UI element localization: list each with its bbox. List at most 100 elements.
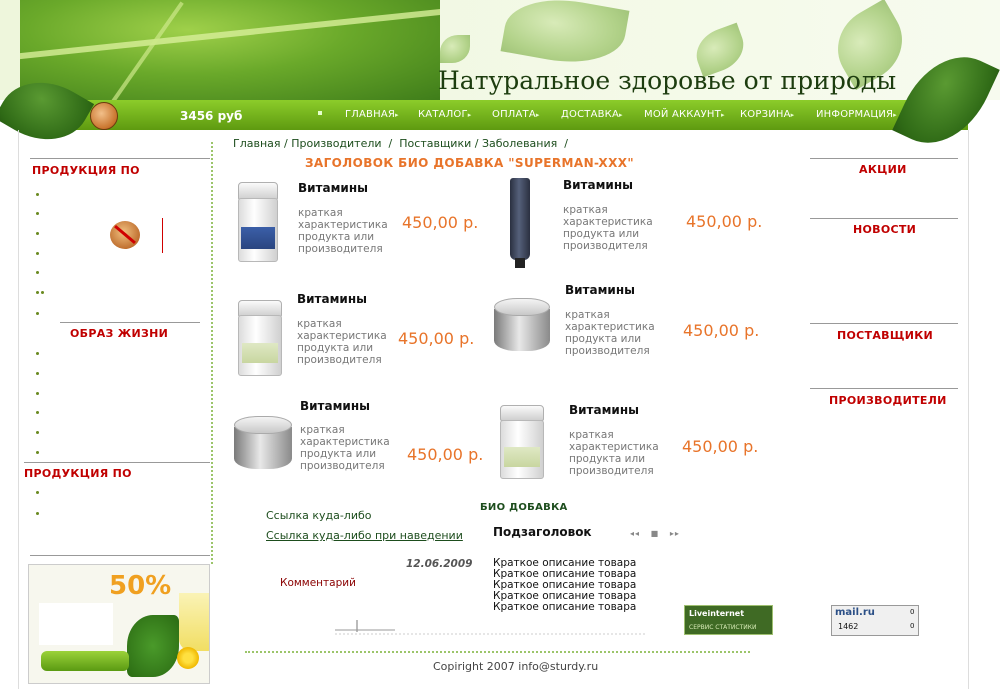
nav-item-label: КАТАЛОГ <box>418 109 468 120</box>
pager-next-icon[interactable]: ▸▸ <box>670 529 680 538</box>
product-price: 450,00 р. <box>407 445 484 464</box>
nav-item-label: ИНФОРМАЦИЯ <box>816 109 894 120</box>
nav-item-delivery[interactable]: ДОСТАВКА▸ <box>561 109 623 120</box>
product-name[interactable]: Витамины <box>300 399 370 413</box>
nav-bullet-icon <box>318 111 322 115</box>
description-line: Краткое описание товара <box>493 601 637 613</box>
product-image[interactable] <box>494 298 550 358</box>
mailru-value: 0 <box>910 608 915 616</box>
nav-arrow-icon: ▸ <box>790 111 795 119</box>
list-bullet-icon <box>36 252 39 255</box>
breadcrumb-separator: / <box>564 137 568 150</box>
list-bullet-icon <box>36 451 39 454</box>
breadcrumb: Главная / Производители / Поставщики / З… <box>233 137 568 150</box>
product-name[interactable]: Витамины <box>298 181 368 195</box>
nav-item-label: МОЙ АККАУНТ <box>644 109 721 120</box>
piggy-bank-icon[interactable] <box>90 102 118 130</box>
list-bullet-icon <box>36 512 39 515</box>
right-section-suppliers[interactable]: ПОСТАВЩИКИ <box>837 329 933 342</box>
liveinternet-subtitle: СЕРВИС СТАТИСТИКИ <box>689 624 757 631</box>
site-title: Натуральное здоровье от природы <box>438 66 897 95</box>
right-sidebar-divider <box>810 388 958 389</box>
sample-link[interactable]: Ссылка куда-либо <box>266 509 372 522</box>
left-column-divider <box>211 142 213 564</box>
nav-item-catalog[interactable]: КАТАЛОГ▸ <box>418 109 472 120</box>
nav-item-account[interactable]: МОЙ АККАУНТ▸ <box>644 109 725 120</box>
list-bullet-icon <box>36 193 39 196</box>
tea-cup-image <box>179 593 209 651</box>
product-image[interactable] <box>238 300 282 376</box>
nav-item-home[interactable]: ГЛАВНАЯ▸ <box>345 109 399 120</box>
herb-image <box>127 615 179 677</box>
mailru-count: 1462 <box>838 622 859 631</box>
product-name[interactable]: Витамины <box>569 403 639 417</box>
list-bullet-icon <box>36 372 39 375</box>
right-section-promotions[interactable]: АКЦИИ <box>859 163 907 176</box>
breadcrumb-link-home[interactable]: Главная <box>233 137 281 150</box>
product-price: 450,00 р. <box>398 329 475 348</box>
sidebar-section-lifestyle-title: ОБРАЗ ЖИЗНИ <box>70 327 169 340</box>
right-sidebar-divider <box>810 323 958 324</box>
product-description: краткая характеристика продукта или прои… <box>300 424 390 472</box>
comment-link[interactable]: Комментарий <box>280 577 356 589</box>
no-entry-icon <box>110 221 140 249</box>
product-name[interactable]: Витамины <box>565 283 635 297</box>
promo-banner[interactable]: 50% <box>28 564 210 684</box>
product-price: 450,00 р. <box>683 321 760 340</box>
nav-item-label: ДОСТАВКА <box>561 109 620 120</box>
sidebar-divider <box>30 158 210 159</box>
product-description: краткая характеристика продукта или прои… <box>563 204 653 252</box>
right-section-manufacturers[interactable]: ПРОИЗВОДИТЕЛИ <box>829 394 947 407</box>
nav-arrow-icon: ▸ <box>720 111 725 119</box>
breadcrumb-link-diseases[interactable]: Заболевания <box>482 137 557 150</box>
nav-item-label: ОПЛАТА <box>492 109 536 120</box>
product-image[interactable] <box>510 178 530 268</box>
breadcrumb-link-suppliers[interactable]: Поставщики <box>399 137 471 150</box>
products-heading: ЗАГОЛОВОК БИО ДОБАВКА "SUPERMAN-XXX" <box>305 156 635 170</box>
list-bullet-icon <box>36 291 39 294</box>
banner-button[interactable] <box>41 651 129 671</box>
product-price: 450,00 р. <box>682 437 759 456</box>
product-name[interactable]: Витамины <box>297 292 367 306</box>
nav-arrow-icon: ▸ <box>619 111 623 119</box>
right-sidebar-divider <box>810 218 958 219</box>
banner-discount: 50% <box>109 571 172 601</box>
post-date: 12.06.2009 <box>406 558 473 570</box>
list-bullet-icon <box>36 431 39 434</box>
breadcrumb-separator: / <box>474 137 479 150</box>
pager-stop-icon[interactable]: ■ <box>651 529 660 538</box>
mailru-counter[interactable]: mail.ru 1462 0 0 <box>831 605 919 636</box>
nav-item-label: ГЛАВНАЯ <box>345 109 396 120</box>
product-name[interactable]: Витамины <box>563 178 633 192</box>
bio-section-title: БИО ДОБАВКА <box>480 502 568 513</box>
product-description: краткая характеристика продукта или прои… <box>297 318 387 366</box>
right-section-news[interactable]: НОВОСТИ <box>853 223 916 236</box>
list-bullet-icon <box>36 411 39 414</box>
list-bullet-icon <box>36 392 39 395</box>
banner-blank-area <box>39 603 113 645</box>
footer-divider <box>245 651 750 653</box>
liveinternet-counter[interactable]: Liveinternet СЕРВИС СТАТИСТИКИ <box>684 605 773 635</box>
list-bullet-icon <box>36 312 39 315</box>
nav-arrow-icon: ▸ <box>467 111 472 119</box>
divider-graphic <box>335 620 647 635</box>
product-image[interactable] <box>500 405 544 479</box>
product-description: краткая характеристика продукта или прои… <box>565 309 655 357</box>
subheader: Подзаголовок <box>493 525 592 539</box>
nav-item-info[interactable]: ИНФОРМАЦИЯ▸ <box>816 109 897 120</box>
pager-prev-icon[interactable]: ◂◂ <box>630 529 640 538</box>
red-vertical-line <box>162 218 163 253</box>
mailru-logo: mail.ru <box>835 607 875 618</box>
sidebar-divider <box>60 322 200 323</box>
product-description: краткая характеристика продукта или прои… <box>298 207 388 255</box>
nav-item-payment[interactable]: ОПЛАТА▸ <box>492 109 540 120</box>
header-leaf-image <box>20 0 440 100</box>
sidebar-section-products-title: ПРОДУКЦИЯ ПО <box>32 164 140 177</box>
sample-link-hover[interactable]: Ссылка куда-либо при наведении <box>266 529 463 542</box>
nav-arrow-icon: ▸ <box>893 111 897 119</box>
product-image[interactable] <box>238 182 278 262</box>
nav-item-cart[interactable]: КОРЗИНА▸ <box>740 109 794 120</box>
product-image[interactable] <box>234 416 292 476</box>
breadcrumb-link-manufacturers[interactable]: Производители <box>291 137 381 150</box>
product-price: 450,00 р. <box>686 212 763 231</box>
